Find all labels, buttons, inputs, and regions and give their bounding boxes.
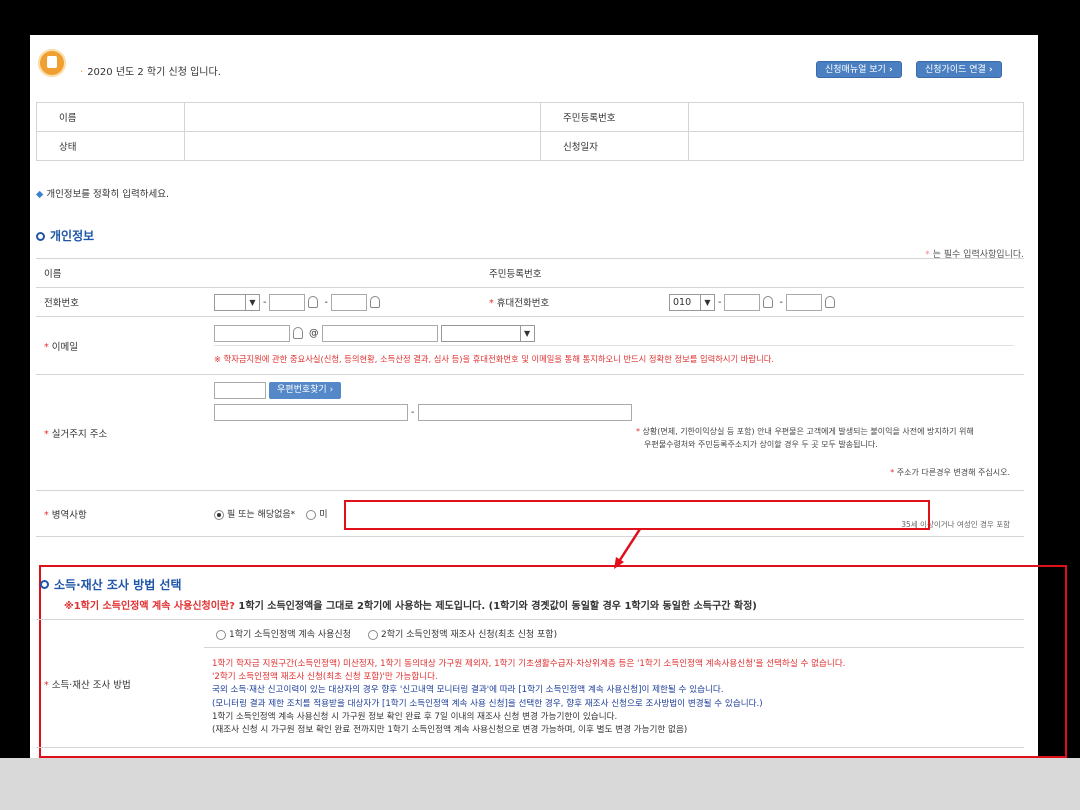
rrn-value — [659, 258, 1024, 288]
top-bar — [0, 0, 1080, 40]
option1-radio[interactable] — [216, 629, 226, 640]
military-opt2-label: 미 — [319, 510, 328, 520]
semester-notice: · 2020 년도 2 학기 신청 입니다. — [80, 67, 221, 78]
chevron-down-icon: ▼ — [245, 294, 259, 310]
chevron-down-icon: ▼ — [519, 325, 534, 341]
income-note-2: '2학기 소득인정액 재조사 신청(최초 신청 포함)'만 가능합니다. — [212, 671, 438, 682]
option1-label: 1학기 소득인정액 계속 사용신청 — [229, 630, 351, 640]
income-note-5: 1학기 소득인정액 계속 사용신청 시 가구원 정보 확인 완료 후 7일 이내… — [212, 711, 618, 722]
chevron-down-icon: ▼ — [700, 294, 714, 310]
phone-last-input[interactable] — [330, 293, 367, 311]
phone-area-select[interactable]: ▼ — [214, 293, 260, 311]
personal-section-title: 개인정보 — [36, 227, 94, 244]
income-options: 1학기 소득인정액 계속 사용신청 2학기 소득인정액 재조사 신청(최초 신청… — [204, 619, 1024, 648]
income-note-1: 1학기 학자금 지원구간(소득인정액) 미산정자, 1학기 동의대상 가구원 제… — [212, 658, 846, 669]
military-opt1-label: 필 또는 해당없음* — [227, 510, 296, 520]
summary-status-label: 상태 — [36, 131, 185, 161]
income-label: * 소득·재산 조사 방법 — [36, 619, 204, 748]
address-fields: 우편번호찾기 - * 상황(면제, 기한이익상실 등 포함) 안내 우편물은 고… — [204, 374, 1024, 491]
income-notes: 1학기 학자금 지원구간(소득인정액) 미산정자, 1학기 동의대상 가구원 제… — [204, 647, 1024, 748]
address-note: * 상황(면제, 기한이익상실 등 포함) 안내 우편물은 고객에게 발생되는 … — [636, 427, 974, 449]
mobile-fields: 010 ▼ - - — [659, 287, 1024, 317]
address-change-note: * 주소가 다른경우 변경해 주십시오. — [890, 468, 1010, 477]
summary-status-value — [184, 131, 541, 161]
address-main-input[interactable] — [214, 404, 408, 421]
email-at: @ — [309, 327, 319, 339]
highlight-box — [344, 500, 930, 530]
address-label: * 실거주지 주소 — [36, 374, 204, 491]
summary-date-label: 신청일자 — [540, 131, 689, 161]
email-notice: ※ 학자금지원에 관한 중요사실(신청, 등의현황, 소득산정 결과, 심사 등… — [214, 353, 774, 364]
military-radio-not[interactable] — [306, 509, 317, 520]
mobile-label: * 휴대전화번호 — [479, 287, 659, 317]
email-fields: @ ▼ ※ 학자금지원에 관한 중요사실(신청, 등의현황, 소득산정 결과, … — [204, 316, 1024, 375]
summary-date-value — [688, 131, 1024, 161]
lightbulb-icon — [38, 49, 66, 77]
mobile-middle-input[interactable] — [724, 293, 761, 311]
application-page: ·2020 년도 2 학기 신청 입니다. 신청매뉴얼 보기 신청가이드 연결 … — [30, 35, 1067, 758]
manual-button[interactable]: 신청매뉴얼 보기 — [816, 61, 902, 78]
mobile-prefix-select[interactable]: 010 ▼ — [669, 293, 715, 311]
phone-middle-input[interactable] — [269, 293, 306, 311]
address-dash: - — [411, 407, 415, 418]
email-label: * 이메일 — [36, 316, 204, 375]
address-detail-input[interactable] — [417, 404, 632, 421]
name-label: 이름 — [36, 258, 204, 288]
military-label: * 병역사항 — [36, 490, 204, 537]
keypad-icon[interactable] — [293, 327, 303, 339]
income-note-6: (재조사 신청 시 가구원 정보 확인 완료 전까지만 1학기 소득인정액 계속… — [212, 725, 688, 736]
email-domain-select[interactable]: ▼ — [440, 324, 535, 342]
guide-button[interactable]: 신청가이드 연결 — [916, 61, 1002, 78]
option2-label: 2학기 소득인정액 재조사 신청(최초 신청 포함) — [380, 630, 558, 640]
keypad-icon[interactable] — [763, 296, 774, 308]
military-radio-done[interactable] — [214, 509, 224, 520]
name-value — [204, 258, 479, 288]
bottom-area — [0, 758, 1080, 810]
rrn-label: 주민등록번호 — [479, 258, 659, 288]
keypad-icon[interactable] — [369, 296, 380, 308]
keypad-icon[interactable] — [308, 296, 319, 308]
summary-rrn-value — [688, 102, 1024, 132]
phone-fields: ▼ - - — [204, 287, 479, 317]
income-note-4: (모니터링 결과 제한 조치를 적용받을 대상자가 [1학기 소득인정액 계속 … — [212, 698, 763, 709]
mobile-last-input[interactable] — [785, 293, 822, 311]
summary-table: 이름 주민등록번호 상태 신청일자 — [36, 102, 1024, 161]
income-note-3: 국외 소득·재산 신고이력이 있는 대상자의 경우 향후 '신고내역 모니터링 … — [212, 685, 724, 696]
income-section-title: 소득·재산 조사 방법 선택 — [40, 576, 182, 593]
summary-name-value — [184, 102, 541, 132]
email-domain-input[interactable] — [321, 324, 438, 342]
input-hint: ◆ 개인정보를 정확히 입력하세요. — [36, 189, 170, 200]
option2-radio[interactable] — [367, 629, 378, 640]
summary-rrn-label: 주민등록번호 — [540, 102, 689, 132]
zip-search-button[interactable]: 우편번호찾기 — [269, 382, 342, 399]
zipcode-input[interactable] — [214, 382, 266, 399]
income-description: ※1학기 소득인정액 계속 사용신청이란? 1학기 소득인정액을 그대로 2학기… — [64, 601, 757, 612]
phone-label: 전화번호 — [36, 287, 204, 317]
summary-name-label: 이름 — [36, 102, 185, 132]
keypad-icon[interactable] — [824, 296, 835, 308]
personal-info-table: 이름 주민등록번호 전화번호 ▼ - - * 휴대전화번호 010 ▼ - - *… — [36, 258, 1024, 537]
email-id-input[interactable] — [214, 324, 290, 342]
income-table: * 소득·재산 조사 방법 1학기 소득인정액 계속 사용신청 2학기 소득인정… — [36, 619, 1024, 748]
